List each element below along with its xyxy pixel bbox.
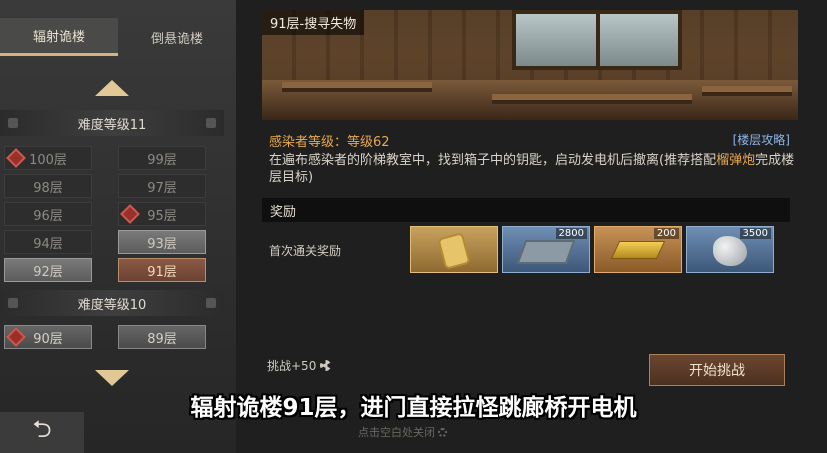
banner-desk — [282, 82, 432, 92]
reward-quantity: 200 — [653, 228, 679, 239]
cash-stack-icon — [516, 240, 576, 264]
difficulty-label: 难度等级10 — [77, 297, 147, 313]
boss-floor-icon — [120, 204, 140, 224]
scroll-up-arrow-icon[interactable] — [95, 80, 129, 96]
start-challenge-button[interactable]: 开始挑战 — [649, 354, 785, 386]
description-text: 在遍布感染者的阶梯教室中，找到箱子中的钥匙，启动发电机后撤离(推荐搭配 — [269, 153, 717, 168]
boss-floor-icon — [6, 327, 26, 347]
stage-title: 91层-搜寻失物 — [262, 10, 365, 35]
reward-header: 奖励 — [262, 198, 790, 222]
tower-tabs: 辐射诡楼 倒悬诡楼 — [0, 18, 236, 56]
stage-description: 在遍布感染者的阶梯教室中，找到箱子中的钥匙，启动发电机后撤离(推荐搭配榴弹炮完成… — [269, 152, 797, 186]
gold-bar-icon — [610, 241, 666, 259]
floor-button-92[interactable]: 92层 — [4, 258, 92, 282]
header-cap-icon — [206, 118, 216, 128]
banner-window — [512, 10, 682, 70]
floor-button-97[interactable]: 97层 — [118, 174, 206, 198]
floor-label: 95层 — [147, 208, 177, 224]
header-cap-icon — [8, 298, 18, 308]
boss-floor-icon — [6, 148, 26, 168]
reward-item-cash[interactable]: 2800 — [502, 226, 590, 273]
stage-banner-image: 91层-搜寻失物 — [262, 10, 798, 120]
first-clear-label: 首次通关奖励 — [269, 244, 342, 258]
challenge-cost-text: 挑战+50 — [267, 359, 317, 373]
reward-item-ore[interactable]: 3500 — [686, 226, 774, 273]
floor-label: 99层 — [147, 152, 177, 168]
stage-detail-panel: 91层-搜寻失物 感染者等级：等级62 [楼层攻略] 在遍布感染者的阶梯教室中，… — [236, 0, 827, 453]
floor-label: 91层 — [147, 264, 177, 280]
floor-button-89[interactable]: 89层 — [118, 325, 206, 349]
floor-select-panel: 辐射诡楼 倒悬诡楼 难度等级11 100层 99层 98层 97层 96层 95… — [0, 0, 236, 453]
floor-label: 100层 — [29, 152, 67, 168]
reward-list: 2800 200 3500 — [410, 226, 774, 273]
reward-item-gold[interactable]: 200 — [594, 226, 682, 273]
challenge-cost: 挑战+50 — [267, 357, 332, 374]
tab-inverted-tower[interactable]: 倒悬诡楼 — [118, 18, 236, 56]
banner-desk — [492, 94, 692, 104]
radiation-icon — [320, 360, 332, 371]
close-hint[interactable]: 点击空白处关闭 — [358, 424, 447, 440]
infected-level: 感染者等级：等级62 — [269, 135, 390, 150]
floor-label: 89层 — [147, 331, 177, 347]
floor-button-95[interactable]: 95层 — [118, 202, 206, 226]
close-hint-text: 点击空白处关闭 — [358, 426, 435, 439]
floor-label: 93层 — [147, 236, 177, 252]
floor-button-91-selected[interactable]: 91层 — [118, 258, 206, 282]
floor-button-93[interactable]: 93层 — [118, 230, 206, 254]
scroll-down-arrow-icon[interactable] — [95, 370, 129, 386]
video-subtitle: 辐射诡楼91层，进门直接拉怪跳廊桥开电机 — [190, 395, 637, 421]
floor-button-98[interactable]: 98层 — [4, 174, 92, 198]
tab-radiation-tower[interactable]: 辐射诡楼 — [0, 18, 118, 56]
difficulty-label: 难度等级11 — [77, 117, 147, 133]
reward-quantity: 2800 — [555, 228, 587, 239]
floor-button-100[interactable]: 100层 — [4, 146, 92, 170]
floor-guide-link[interactable]: [楼层攻略] — [733, 131, 790, 148]
dog-tag-icon — [437, 232, 471, 270]
header-cap-icon — [206, 298, 216, 308]
reward-item-dog-tag[interactable] — [410, 226, 498, 273]
floor-label: 98层 — [33, 180, 63, 196]
ore-icon — [713, 236, 747, 266]
header-cap-icon — [8, 118, 18, 128]
banner-desk — [702, 86, 792, 96]
floor-button-96[interactable]: 96层 — [4, 202, 92, 226]
reward-quantity: 3500 — [739, 228, 771, 239]
difficulty-header-11: 难度等级11 — [0, 110, 224, 136]
floor-button-90[interactable]: 90层 — [4, 325, 92, 349]
difficulty-header-10: 难度等级10 — [0, 290, 224, 316]
recommended-weapon: 榴弹炮 — [716, 153, 756, 168]
floor-label: 94层 — [33, 236, 63, 252]
floor-button-99[interactable]: 99层 — [118, 146, 206, 170]
floor-button-94[interactable]: 94层 — [4, 230, 92, 254]
floor-label: 96层 — [33, 208, 63, 224]
floor-label: 97层 — [147, 180, 177, 196]
gear-icon — [438, 428, 447, 437]
floor-label: 90层 — [33, 331, 63, 347]
floor-label: 92层 — [33, 264, 63, 280]
